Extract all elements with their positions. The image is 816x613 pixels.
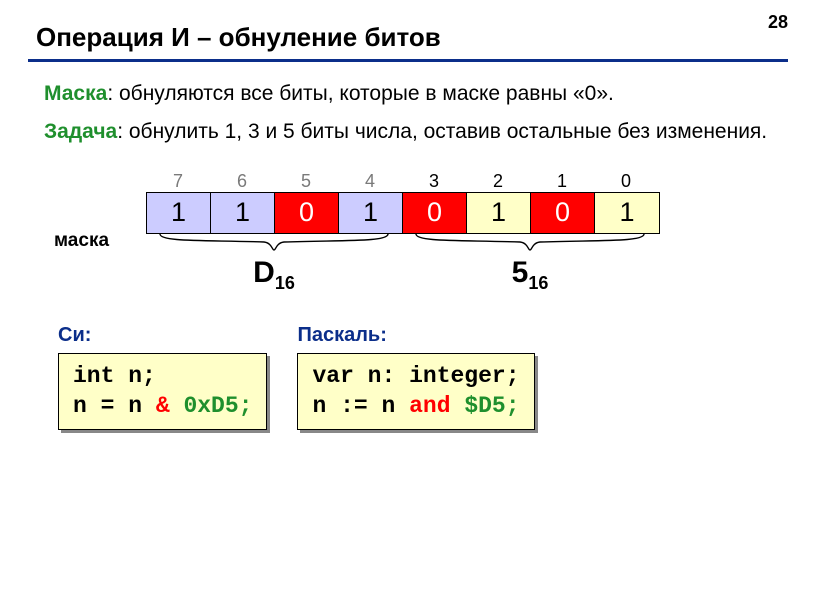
brace-svg-low (410, 232, 650, 254)
c-line1: int n; (73, 362, 252, 392)
bit-pos-7: 7 (146, 171, 210, 192)
bit-pos-6: 6 (210, 171, 274, 192)
bit-cell-5: 0 (275, 193, 339, 233)
mask-keyword: Маска (44, 82, 107, 105)
p-line2: n := n and $D5; (312, 392, 519, 422)
bits-wrap: 7 6 5 4 3 2 1 0 1 1 0 1 0 1 0 1 (146, 171, 660, 294)
hex-label-low: 516 (512, 256, 549, 294)
pascal-code-box: var n: integer; n := n and $D5; (297, 353, 534, 431)
bit-pos-1: 1 (530, 171, 594, 192)
brace-svg-high (154, 232, 394, 254)
bit-cell-6: 1 (211, 193, 275, 233)
bit-cell-7: 1 (147, 193, 211, 233)
page-number: 28 (768, 12, 788, 33)
mask-diagram: маска 7 6 5 4 3 2 1 0 1 1 0 1 0 1 0 1 (54, 171, 772, 294)
pascal-label: Паскаль: (297, 324, 534, 347)
brace-high: D16 (146, 232, 402, 294)
bit-pos-3: 3 (402, 171, 466, 192)
mask-text: : обнуляются все биты, которые в маске р… (107, 82, 614, 105)
bit-cell-4: 1 (339, 193, 403, 233)
p-line1: var n: integer; (312, 362, 519, 392)
c-line2: n = n & 0xD5; (73, 392, 252, 422)
code-section: Си: int n; n = n & 0xD5; Паскаль: var n:… (58, 324, 772, 431)
bit-cell-2: 1 (467, 193, 531, 233)
pascal-column: Паскаль: var n: integer; n := n and $D5; (297, 324, 534, 431)
p-hex: $D5; (451, 393, 520, 419)
task-keyword: Задача (44, 120, 117, 143)
task-text: : обнулить 1, 3 и 5 биты числа, оставив … (117, 120, 767, 143)
braces: D16 516 (146, 232, 660, 294)
bit-positions: 7 6 5 4 3 2 1 0 (146, 171, 660, 192)
page-title: Операция И – обнуление битов (0, 0, 816, 59)
c-label: Си: (58, 324, 267, 347)
bit-pos-0: 0 (594, 171, 658, 192)
bit-pos-2: 2 (466, 171, 530, 192)
mask-paragraph: Маска: обнуляются все биты, которые в ма… (44, 80, 772, 108)
bit-cell-3: 0 (403, 193, 467, 233)
task-paragraph: Задача: обнулить 1, 3 и 5 биты числа, ос… (44, 118, 772, 146)
mask-label: маска (54, 230, 146, 252)
bit-cell-1: 0 (531, 193, 595, 233)
p-op: and (409, 393, 450, 419)
bit-pos-4: 4 (338, 171, 402, 192)
c-hex: 0xD5; (170, 393, 253, 419)
c-column: Си: int n; n = n & 0xD5; (58, 324, 267, 431)
hex-label-high: D16 (253, 256, 295, 294)
bit-cell-0: 1 (595, 193, 659, 233)
content: Маска: обнуляются все биты, которые в ма… (0, 62, 816, 430)
bit-pos-5: 5 (274, 171, 338, 192)
c-op: & (156, 393, 170, 419)
bit-cells: 1 1 0 1 0 1 0 1 (146, 192, 660, 234)
brace-low: 516 (402, 232, 658, 294)
c-code-box: int n; n = n & 0xD5; (58, 353, 267, 431)
